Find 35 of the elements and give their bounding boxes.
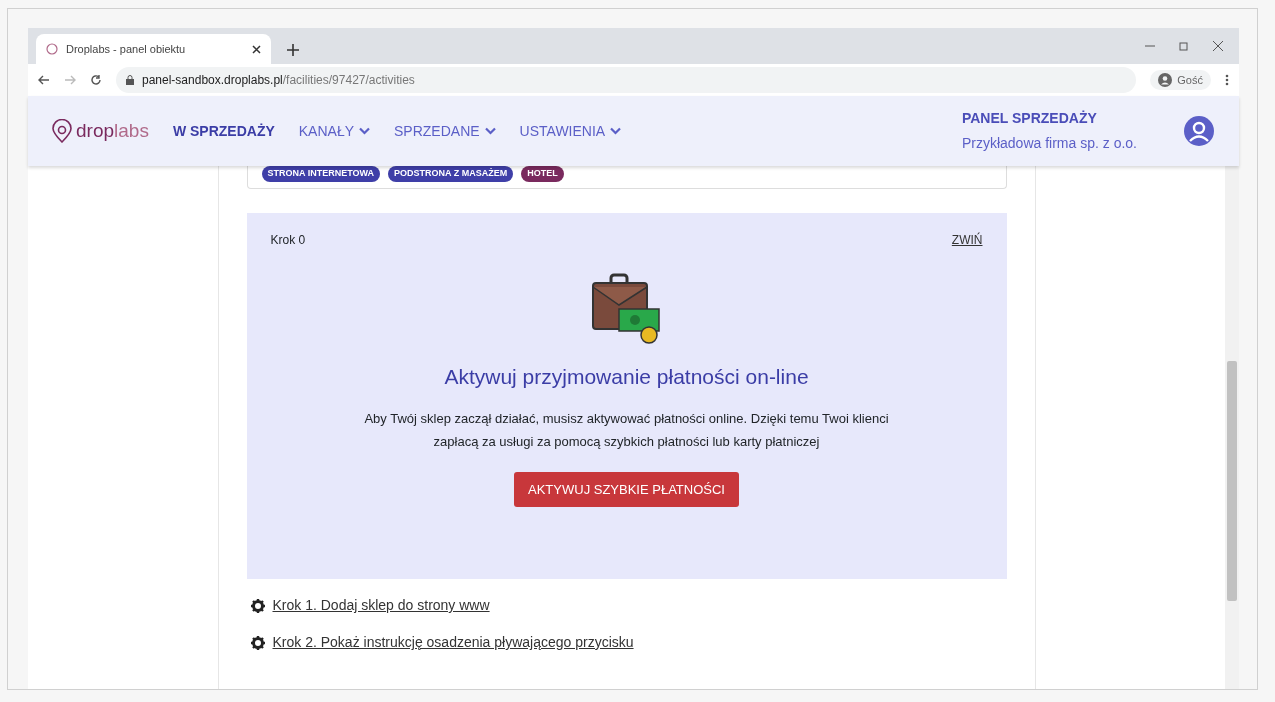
tag: HOTEL	[521, 166, 564, 182]
gear-icon	[250, 635, 265, 650]
step-link[interactable]: Krok 2. Pokaż instrukcję osadzenia pływającego przycisku	[272, 632, 634, 653]
lock-icon	[126, 75, 134, 85]
gear-icon	[250, 598, 265, 613]
step-description: Aby Twój sklep zaczął działać, musisz aktywować płatności online. Dzięki temu Twoi klienci zapłacą za usługi za pomocą szybkich płatności lub karty płatniczej	[363, 410, 890, 451]
tab-title: Droplabs - panel obiektu	[66, 41, 187, 57]
company-name: Przykładowa firma sp. z o.o.	[961, 134, 1137, 153]
reload-icon[interactable]	[90, 74, 102, 86]
user-icon	[1158, 73, 1173, 87]
address-bar[interactable]: panel-sandbox.droplabs.pl/facilities/97427/activities	[116, 67, 1137, 93]
nav-item[interactable]: USTAWIENIA	[519, 120, 622, 142]
step-label: Krok 0	[270, 231, 306, 249]
scrollbar[interactable]	[1225, 166, 1239, 689]
collapse-link[interactable]: ZWIŃ	[951, 230, 983, 249]
more-icon[interactable]	[1225, 74, 1229, 86]
activate-payments-button[interactable]: AKTYWUJ SZYBKIE PŁATNOŚCI	[514, 471, 739, 507]
nav-item[interactable]: SPRZEDANE	[394, 120, 496, 142]
tag: STRONA INTERNETOWA	[261, 166, 380, 182]
step-title: Aktywuj przyjmowanie płatności on-line	[444, 363, 809, 390]
panel-title: PANEL SPRZEDAŻY	[961, 109, 1098, 128]
user-avatar-icon[interactable]	[1183, 115, 1215, 147]
close-icon[interactable]	[252, 44, 261, 54]
nav-item[interactable]: KANAŁY	[298, 120, 371, 142]
close-icon[interactable]	[1213, 41, 1223, 51]
drop-pin-icon	[52, 119, 72, 143]
browser-tab[interactable]: Droplabs - panel obiektu	[36, 34, 271, 64]
step-link[interactable]: Krok 1. Dodaj sklep do strony www	[272, 595, 490, 616]
restore-icon[interactable]	[1179, 41, 1189, 51]
back-arrow-icon[interactable]	[38, 74, 50, 86]
logo[interactable]: droplabs	[52, 116, 149, 146]
profile-button[interactable]: Gość	[1150, 69, 1211, 91]
tag: PODSTRONA Z MASAŻEM	[388, 166, 514, 182]
nav-item[interactable]: W SPRZEDAŻY	[172, 120, 275, 142]
new-tab-icon[interactable]	[287, 44, 299, 56]
